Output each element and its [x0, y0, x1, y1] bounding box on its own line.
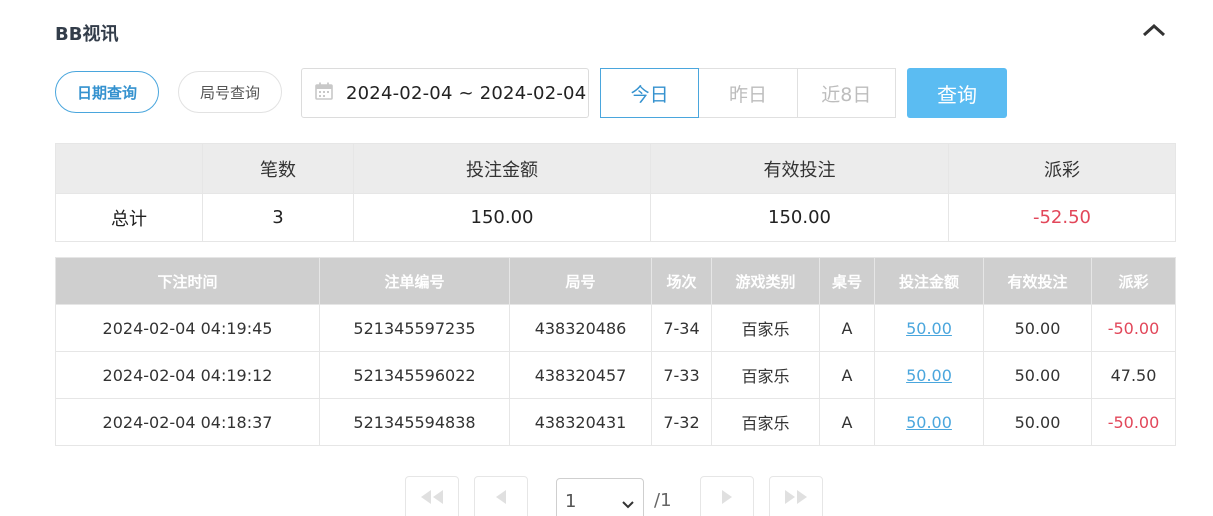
date-range-value: 2024-02-04 ~ 2024-02-04	[346, 82, 587, 104]
summary-cell: 150.00	[353, 193, 651, 242]
collapse-chevron-icon[interactable]	[1140, 18, 1168, 42]
header-cell: 派彩	[1091, 257, 1176, 305]
summary-header-cell	[55, 143, 203, 194]
summary-header-cell: 投注金额	[353, 143, 651, 194]
query-button[interactable]: 查询	[907, 68, 1007, 118]
summary-header-cell: 派彩	[948, 143, 1176, 194]
double-chevron-right-icon	[783, 489, 809, 509]
table-row: 2024-02-04 04:19:12 521345596022 4383204…	[55, 351, 1176, 399]
summary-header-row: 笔数 投注金额 有效投注 派彩	[55, 143, 1176, 194]
chevron-right-icon	[720, 489, 734, 509]
header-cell: 桌号	[819, 257, 875, 305]
table-cell: A	[819, 398, 875, 446]
page-select[interactable]: 1	[556, 478, 644, 516]
header-cell: 投注金额	[874, 257, 984, 305]
date-range-picker[interactable]: 2024-02-04 ~ 2024-02-04	[301, 68, 589, 118]
table-cell: 7-34	[651, 304, 712, 352]
chevron-left-icon	[494, 489, 508, 509]
table-cell: 50.00	[983, 304, 1092, 352]
table-row: 2024-02-04 04:18:37 521345594838 4383204…	[55, 398, 1176, 446]
header-cell: 有效投注	[983, 257, 1092, 305]
summary-cell: 150.00	[650, 193, 949, 242]
table-cell: 47.50	[1091, 351, 1176, 399]
header-cell: 注单编号	[319, 257, 510, 305]
header-cell: 下注时间	[55, 257, 320, 305]
table-cell: 2024-02-04 04:18:37	[55, 398, 320, 446]
pagination: 1 /1	[0, 476, 1213, 516]
table-cell: 2024-02-04 04:19:45	[55, 304, 320, 352]
bet-amount-link[interactable]: 50.00	[874, 304, 984, 352]
header-cell: 场次	[651, 257, 712, 305]
table-cell: 438320486	[509, 304, 652, 352]
table-cell: A	[819, 304, 875, 352]
summary-cell: 总计	[55, 193, 203, 242]
date-query-button[interactable]: 日期查询	[55, 71, 159, 113]
last-8-days-button[interactable]: 近8日	[797, 68, 896, 118]
summary-total-row: 总计 3 150.00 150.00 -52.50	[55, 193, 1176, 242]
prev-page-button[interactable]	[474, 476, 528, 516]
first-page-button[interactable]	[405, 476, 459, 516]
bet-amount-link[interactable]: 50.00	[874, 398, 984, 446]
calendar-icon	[314, 81, 334, 105]
summary-header-cell: 笔数	[202, 143, 354, 194]
table-cell: 百家乐	[711, 304, 820, 352]
summary-table: 笔数 投注金额 有效投注 派彩 总计 3 150.00 150.00 -52.5…	[55, 143, 1176, 242]
last-page-button[interactable]	[769, 476, 823, 516]
table-cell: 521345594838	[319, 398, 510, 446]
table-cell: 521345597235	[319, 304, 510, 352]
table-cell: 438320457	[509, 351, 652, 399]
header-cell: 局号	[509, 257, 652, 305]
round-query-button[interactable]: 局号查询	[178, 71, 282, 113]
table-row: 2024-02-04 04:19:45 521345597235 4383204…	[55, 304, 1176, 352]
bet-amount-link[interactable]: 50.00	[874, 351, 984, 399]
summary-cell: 3	[202, 193, 354, 242]
table-cell: 7-33	[651, 351, 712, 399]
table-cell: 50.00	[983, 351, 1092, 399]
table-cell: -50.00	[1091, 304, 1176, 352]
table-cell: 7-32	[651, 398, 712, 446]
next-page-button[interactable]	[700, 476, 754, 516]
table-cell: 521345596022	[319, 351, 510, 399]
summary-cell: -52.50	[948, 193, 1176, 242]
chevron-down-icon	[621, 494, 635, 515]
yesterday-button[interactable]: 昨日	[699, 68, 798, 118]
table-cell: 2024-02-04 04:19:12	[55, 351, 320, 399]
bet-detail-table: 下注时间 注单编号 局号 场次 游戏类别 桌号 投注金额 有效投注 派彩 202…	[55, 257, 1176, 446]
page-select-value: 1	[565, 490, 577, 512]
header-cell: 游戏类别	[711, 257, 820, 305]
table-cell: 百家乐	[711, 398, 820, 446]
table-cell: 50.00	[983, 398, 1092, 446]
page-total: /1	[654, 490, 672, 511]
table-cell: -50.00	[1091, 398, 1176, 446]
summary-header-cell: 有效投注	[650, 143, 949, 194]
table-cell: 百家乐	[711, 351, 820, 399]
page-title: BB视讯	[55, 24, 119, 45]
today-button[interactable]: 今日	[600, 68, 700, 118]
table-cell: A	[819, 351, 875, 399]
detail-header-row: 下注时间 注单编号 局号 场次 游戏类别 桌号 投注金额 有效投注 派彩	[55, 257, 1176, 305]
table-cell: 438320431	[509, 398, 652, 446]
double-chevron-left-icon	[419, 489, 445, 509]
quick-range-group: 今日 昨日 近8日	[600, 68, 896, 118]
